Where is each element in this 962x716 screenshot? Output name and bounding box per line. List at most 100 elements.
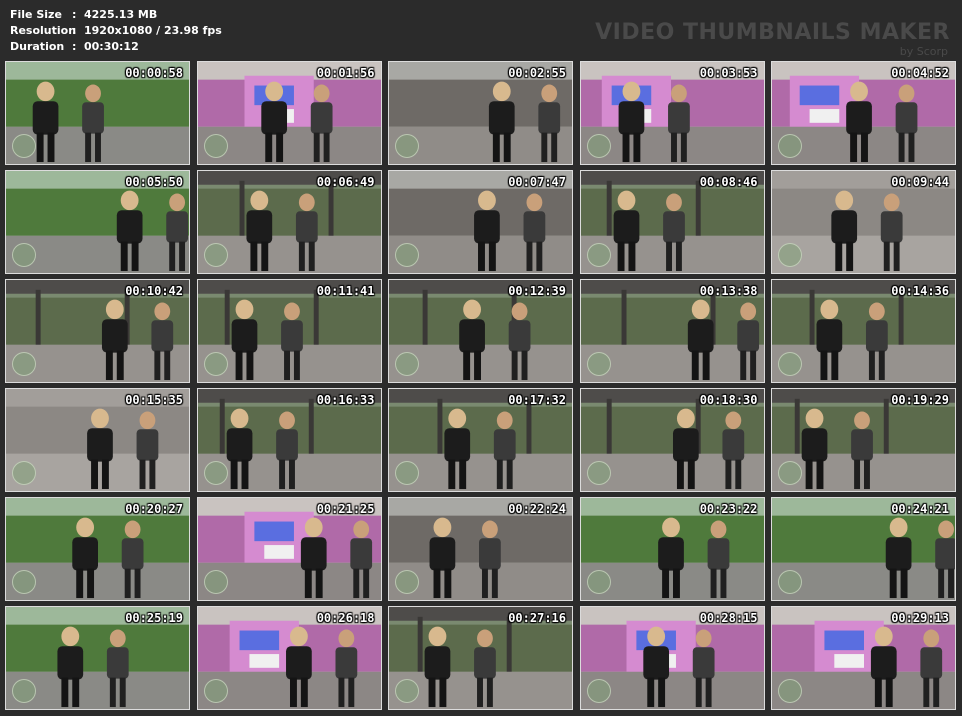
timestamp-label: 00:12:39 (508, 284, 566, 298)
channel-logo-icon (12, 461, 36, 485)
video-thumbnail[interactable]: 00:18:30 (579, 388, 765, 492)
info-value: 1920x1080 / 23.98 fps (84, 24, 222, 37)
watermark-subtitle: by Scorp (899, 45, 948, 58)
video-thumbnail[interactable]: 00:16:33 (196, 388, 382, 492)
video-thumbnail[interactable]: 00:15:35 (5, 388, 190, 492)
video-thumbnail[interactable]: 00:05:50 (5, 170, 190, 274)
channel-logo-icon (395, 352, 419, 376)
timestamp-label: 00:17:32 (508, 393, 566, 407)
channel-logo-icon (395, 570, 419, 594)
channel-logo-icon (12, 243, 36, 267)
channel-logo-icon (203, 679, 228, 703)
info-label: File Size (10, 8, 62, 21)
timestamp-label: 00:15:35 (125, 393, 183, 407)
timestamp-label: 00:04:52 (891, 66, 949, 80)
info-value: 00:30:12 (84, 40, 139, 53)
timestamp-label: 00:16:33 (316, 393, 375, 407)
timestamp-label: 00:01:56 (316, 66, 375, 80)
timestamp-label: 00:18:30 (699, 393, 758, 407)
video-thumbnail[interactable]: 00:10:42 (5, 279, 190, 383)
timestamp-label: 00:05:50 (125, 175, 183, 189)
timestamp-label: 00:02:55 (508, 66, 566, 80)
file-info: File Size:4225.13 MB Resolution:1920x1080… (10, 7, 222, 55)
video-thumbnail[interactable]: 00:08:46 (579, 170, 765, 274)
timestamp-label: 00:11:41 (316, 284, 375, 298)
video-thumbnail[interactable]: 00:03:53 (579, 61, 765, 165)
channel-logo-icon (12, 570, 36, 594)
channel-logo-icon (586, 570, 611, 594)
video-thumbnail[interactable]: 00:00:58 (5, 61, 190, 165)
channel-logo-icon (586, 461, 611, 485)
channel-logo-icon (778, 134, 802, 158)
channel-logo-icon (586, 243, 611, 267)
channel-logo-icon (203, 570, 228, 594)
video-thumbnail[interactable]: 00:17:32 (388, 388, 573, 492)
channel-logo-icon (778, 570, 802, 594)
timestamp-label: 00:26:18 (316, 611, 375, 625)
video-thumbnail[interactable]: 00:24:21 (771, 497, 956, 601)
timestamp-label: 00:14:36 (891, 284, 949, 298)
video-thumbnail[interactable]: 00:23:22 (579, 497, 765, 601)
channel-logo-icon (778, 243, 802, 267)
channel-logo-icon (395, 461, 419, 485)
timestamp-label: 00:21:25 (316, 502, 375, 516)
channel-logo-icon (778, 461, 802, 485)
channel-logo-icon (203, 134, 228, 158)
video-thumbnail[interactable]: 00:04:52 (771, 61, 956, 165)
timestamp-label: 00:10:42 (125, 284, 183, 298)
timestamp-label: 00:27:16 (508, 611, 566, 625)
video-thumbnail[interactable]: 00:12:39 (388, 279, 573, 383)
video-thumbnail[interactable]: 00:14:36 (771, 279, 956, 383)
info-row: Duration:00:30:12 (10, 39, 222, 55)
timestamp-label: 00:08:46 (699, 175, 758, 189)
info-separator: : (72, 40, 77, 53)
video-thumbnail[interactable]: 00:25:19 (5, 606, 190, 710)
info-label: Resolution (10, 24, 77, 37)
video-thumbnail[interactable]: 00:20:27 (5, 497, 190, 601)
video-thumbnail[interactable]: 00:28:15 (579, 606, 765, 710)
info-row: File Size:4225.13 MB (10, 7, 222, 23)
timestamp-label: 00:24:21 (891, 502, 949, 516)
channel-logo-icon (395, 679, 419, 703)
info-row: Resolution:1920x1080 / 23.98 fps (10, 23, 222, 39)
channel-logo-icon (586, 134, 611, 158)
watermark-title: VIDEO THUMBNAILS MAKER (595, 20, 950, 45)
channel-logo-icon (203, 461, 228, 485)
channel-logo-icon (778, 679, 802, 703)
video-thumbnail[interactable]: 00:19:29 (771, 388, 956, 492)
video-thumbnail[interactable]: 00:09:44 (771, 170, 956, 274)
channel-logo-icon (203, 352, 228, 376)
timestamp-label: 00:23:22 (699, 502, 758, 516)
video-thumbnail[interactable]: 00:13:38 (579, 279, 765, 383)
channel-logo-icon (12, 679, 36, 703)
video-thumbnail[interactable]: 00:27:16 (388, 606, 573, 710)
video-thumbnail[interactable]: 00:02:55 (388, 61, 573, 165)
channel-logo-icon (395, 243, 419, 267)
channel-logo-icon (12, 352, 36, 376)
info-separator: : (72, 24, 77, 37)
timestamp-label: 00:03:53 (699, 66, 758, 80)
video-thumbnail[interactable]: 00:21:25 (196, 497, 382, 601)
thumbnail-grid: 00:00:58 00:01:56 00:02:55 00:03:53 00:0… (5, 61, 957, 711)
video-thumbnail[interactable]: 00:07:47 (388, 170, 573, 274)
channel-logo-icon (586, 352, 611, 376)
info-separator: : (72, 8, 77, 21)
video-thumbnail[interactable]: 00:26:18 (196, 606, 382, 710)
timestamp-label: 00:13:38 (699, 284, 758, 298)
timestamp-label: 00:20:27 (125, 502, 183, 516)
video-thumbnail[interactable]: 00:11:41 (196, 279, 382, 383)
info-value: 4225.13 MB (84, 8, 158, 21)
channel-logo-icon (395, 134, 419, 158)
video-thumbnail[interactable]: 00:22:24 (388, 497, 573, 601)
video-thumbnail[interactable]: 00:01:56 (196, 61, 382, 165)
video-thumbnail[interactable]: 00:29:13 (771, 606, 956, 710)
timestamp-label: 00:07:47 (508, 175, 566, 189)
video-thumbnail[interactable]: 00:06:49 (196, 170, 382, 274)
channel-logo-icon (203, 243, 228, 267)
timestamp-label: 00:00:58 (125, 66, 183, 80)
channel-logo-icon (778, 352, 802, 376)
timestamp-label: 00:28:15 (699, 611, 758, 625)
channel-logo-icon (12, 134, 36, 158)
timestamp-label: 00:19:29 (891, 393, 949, 407)
timestamp-label: 00:09:44 (891, 175, 949, 189)
